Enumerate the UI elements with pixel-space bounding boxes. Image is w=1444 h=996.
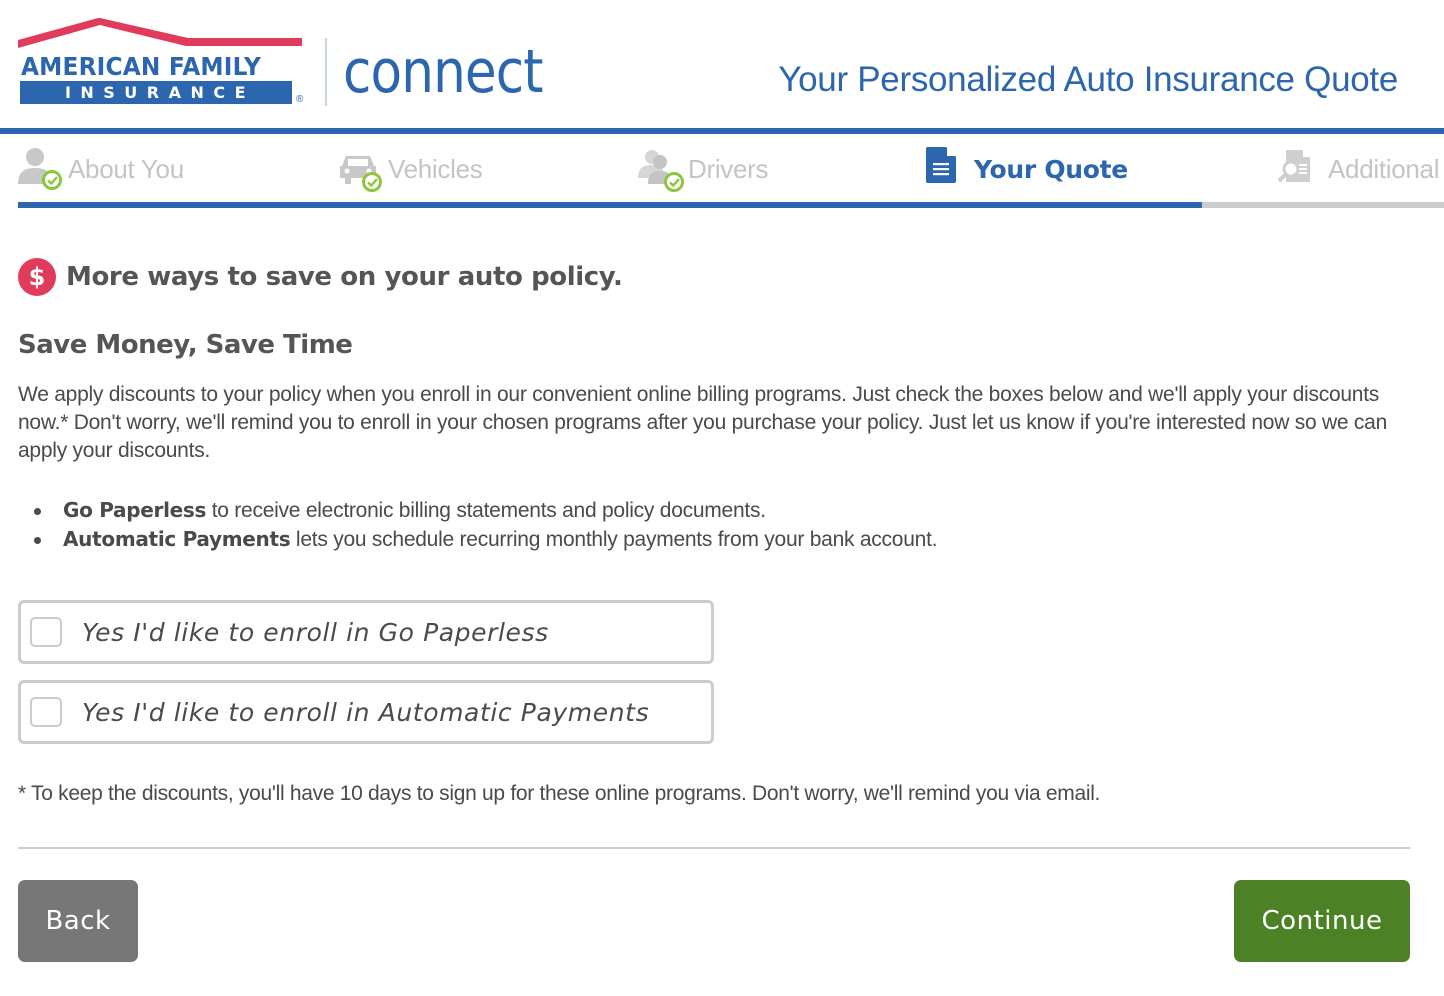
divider xyxy=(18,847,1410,849)
promo-title: More ways to save on your auto policy. xyxy=(66,262,623,292)
roof-icon xyxy=(18,18,302,48)
step-label: Additional xyxy=(1328,153,1440,184)
car-icon xyxy=(338,146,388,192)
american-family-logo[interactable]: AMERICAN FAMILY INSURANCE ® xyxy=(18,18,310,108)
benefits-list: Go Paperless to receive electronic billi… xyxy=(18,496,937,554)
benefit-desc: to receive electronic billing statements… xyxy=(206,499,766,522)
option-label: Yes I'd like to enroll in Go Paperless xyxy=(82,617,549,647)
page-title: Your Personalized Auto Insurance Quote xyxy=(778,60,1398,99)
connect-wordmark: connect xyxy=(343,37,544,107)
logo-divider xyxy=(325,38,327,106)
logo-line2: INSURANCE xyxy=(20,81,292,104)
step-label: Vehicles xyxy=(388,153,483,184)
step-additional[interactable]: Additional xyxy=(1278,144,1440,194)
progress-bar xyxy=(18,202,1444,208)
logo-line1: AMERICAN FAMILY xyxy=(21,52,261,81)
step-your-quote[interactable]: Your Quote xyxy=(926,144,1128,194)
footnote: * To keep the discounts, you'll have 10 … xyxy=(18,782,1101,805)
option-label: Yes I'd like to enroll in Automatic Paym… xyxy=(82,697,650,727)
dollar-icon: $ xyxy=(18,258,56,296)
progress-fill xyxy=(18,202,1202,208)
step-drivers[interactable]: Drivers xyxy=(638,144,769,194)
step-vehicles[interactable]: Vehicles xyxy=(338,144,483,194)
step-label: Drivers xyxy=(688,153,769,184)
document-search-icon xyxy=(1278,146,1328,192)
benefit-desc: lets you schedule recurring monthly paym… xyxy=(290,528,938,551)
step-label: About You xyxy=(68,153,184,184)
progress-steps: About You Vehicles Drivers Your Quote Ad… xyxy=(0,134,1444,210)
section-title: Save Money, Save Time xyxy=(18,330,353,360)
automatic-payments-checkbox[interactable] xyxy=(30,697,62,727)
intro-text: We apply discounts to your policy when y… xyxy=(18,383,1387,462)
go-paperless-option[interactable]: Yes I'd like to enroll in Go Paperless xyxy=(18,600,714,664)
registered-mark: ® xyxy=(296,94,304,105)
continue-button[interactable]: Continue xyxy=(1234,880,1410,962)
back-button[interactable]: Back xyxy=(18,880,138,962)
drivers-icon xyxy=(638,146,688,192)
benefit-name: Automatic Payments xyxy=(63,527,291,551)
promo-heading: $ More ways to save on your auto policy. xyxy=(18,258,623,296)
list-item: Go Paperless to receive electronic billi… xyxy=(18,496,937,525)
step-about-you[interactable]: About You xyxy=(18,144,184,194)
list-item: Automatic Payments lets you schedule rec… xyxy=(18,525,937,554)
header: AMERICAN FAMILY INSURANCE ® connect Your… xyxy=(0,0,1444,134)
person-icon xyxy=(18,146,68,192)
step-label: Your Quote xyxy=(974,154,1128,184)
document-icon xyxy=(926,146,974,192)
benefit-name: Go Paperless xyxy=(63,498,207,522)
check-icon xyxy=(362,172,382,192)
go-paperless-checkbox[interactable] xyxy=(30,617,62,647)
automatic-payments-option[interactable]: Yes I'd like to enroll in Automatic Paym… xyxy=(18,680,714,744)
check-icon xyxy=(664,172,684,192)
check-icon xyxy=(42,170,62,190)
